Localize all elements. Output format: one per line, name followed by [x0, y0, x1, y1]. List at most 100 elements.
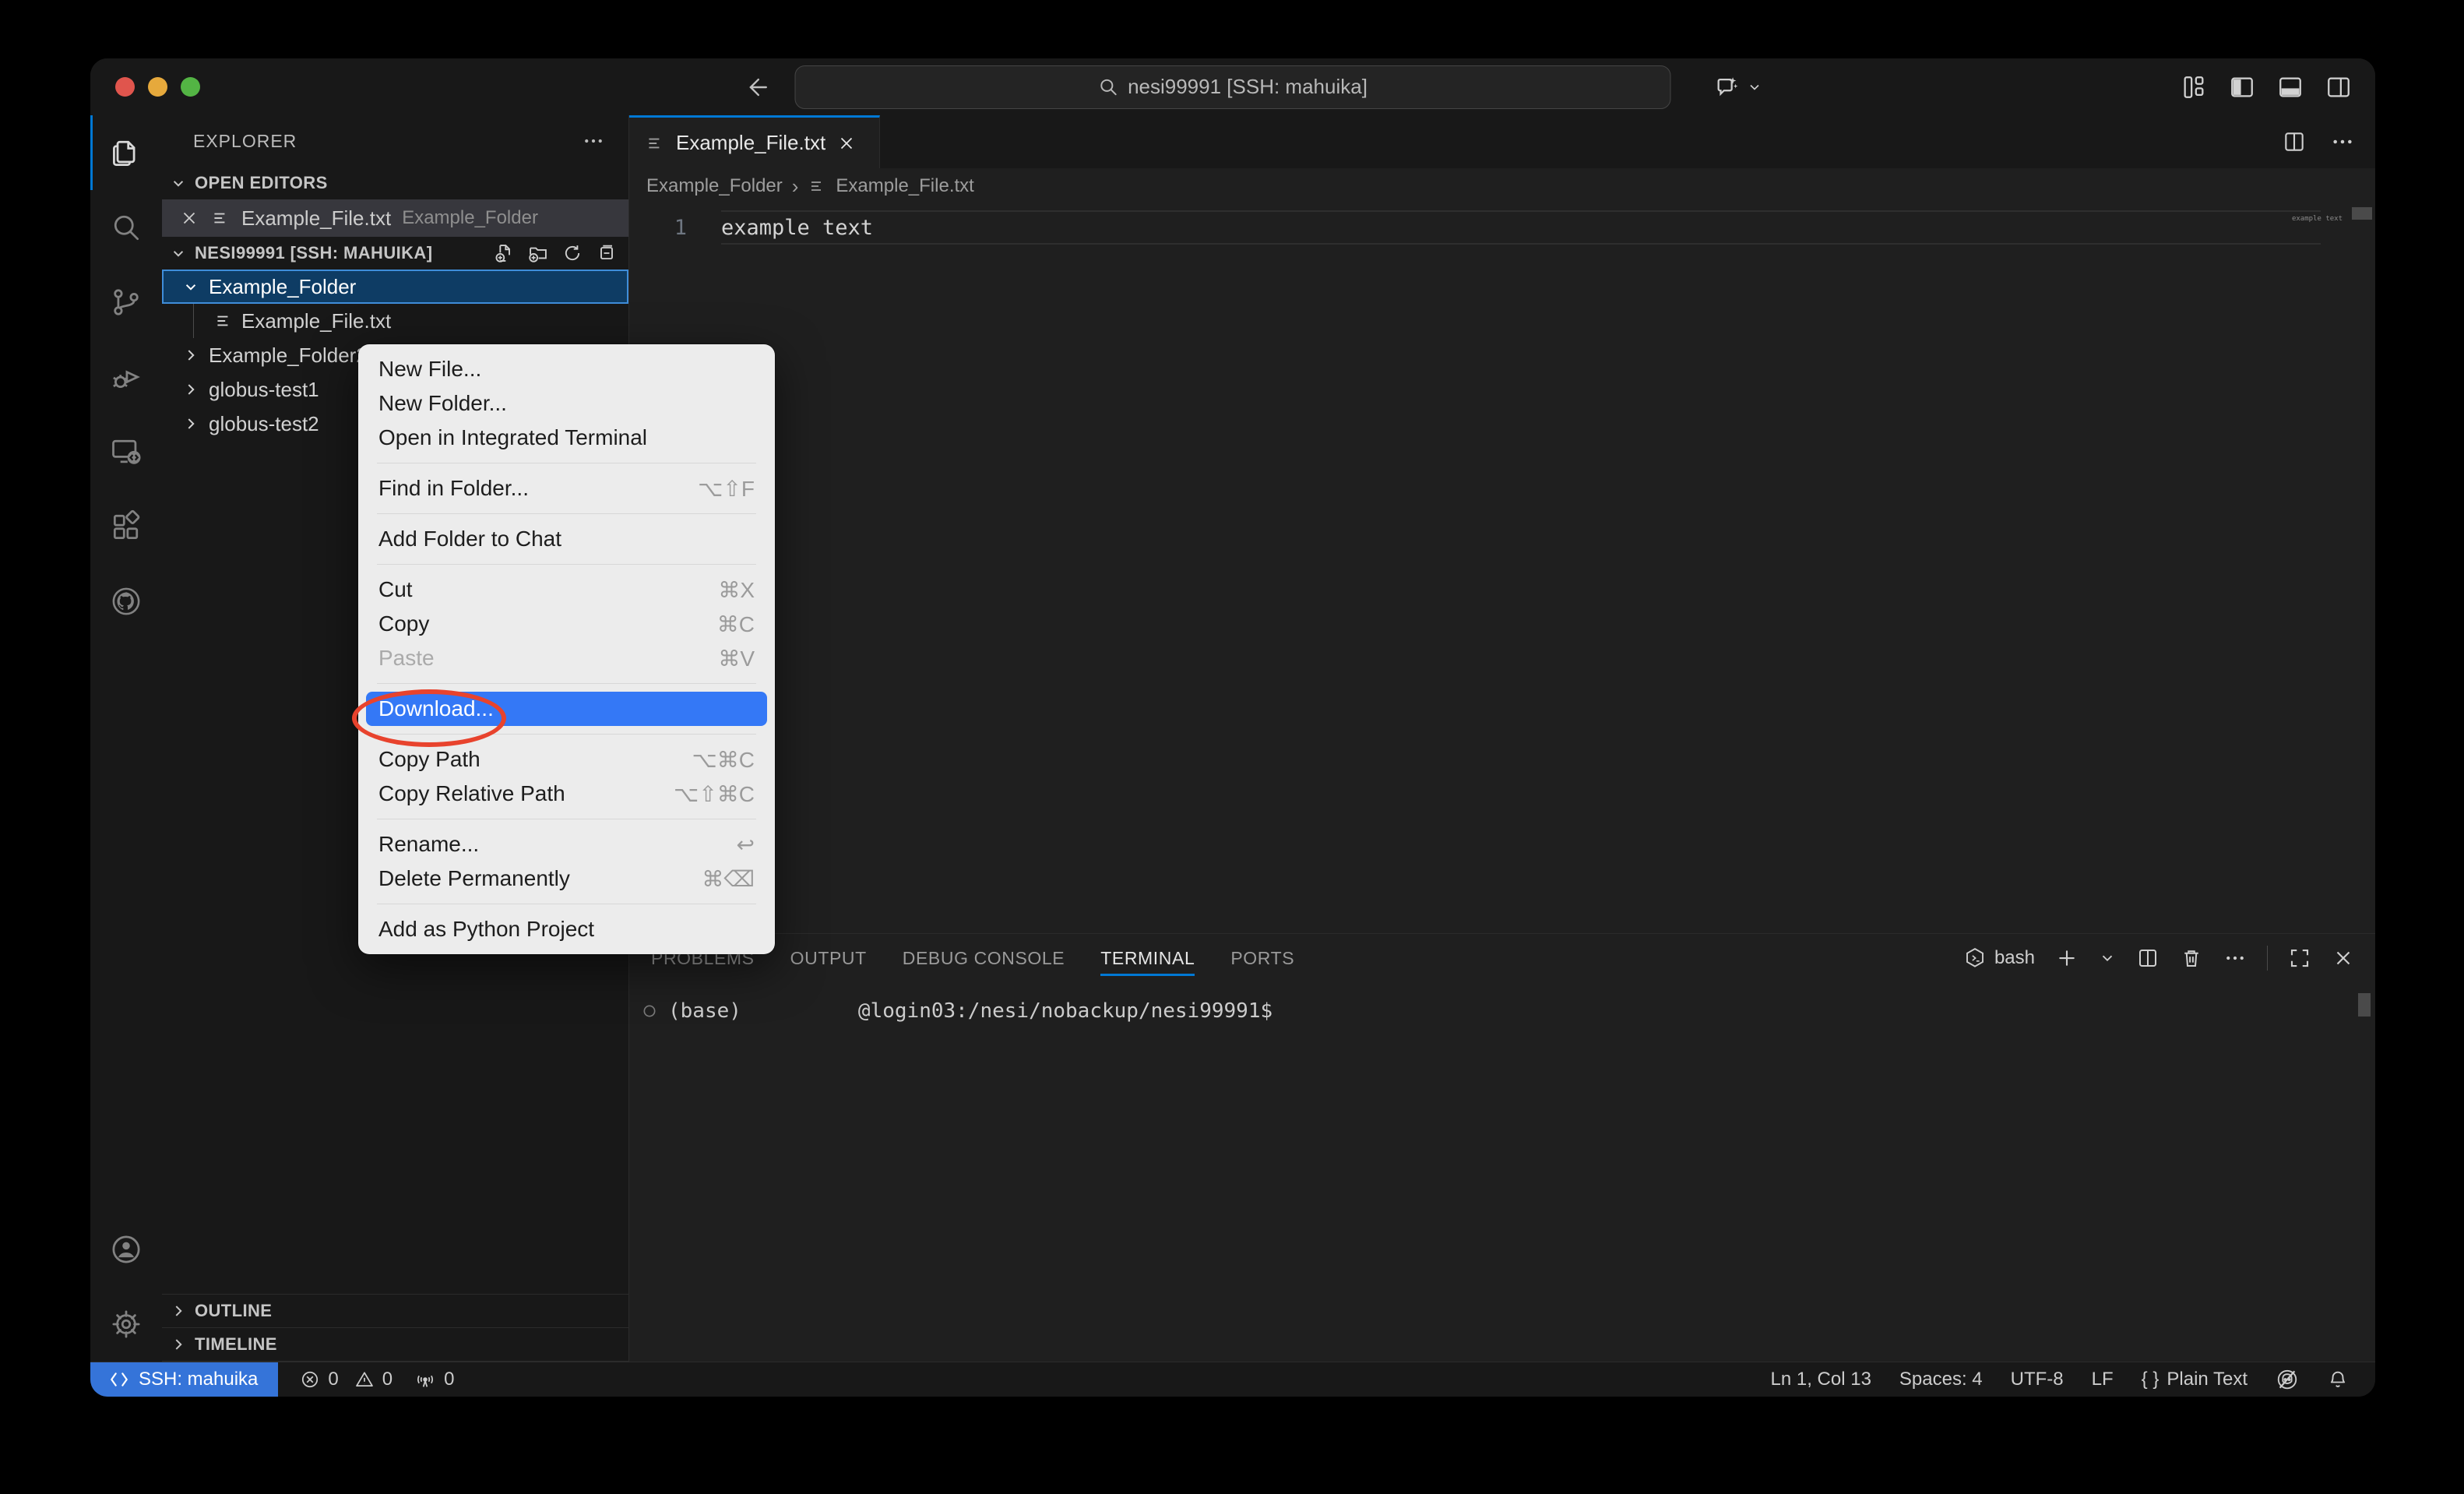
navigate-back-icon[interactable]	[743, 74, 769, 100]
menu-separator	[377, 683, 756, 684]
bottom-panel: PROBLEMS OUTPUT DEBUG CONSOLE TERMINAL P…	[629, 933, 2375, 1362]
menu-item-rename[interactable]: Rename...↩	[366, 827, 767, 862]
more-actions-icon[interactable]	[2330, 129, 2355, 154]
menu-item-paste: Paste⌘V	[366, 641, 767, 675]
editor-content[interactable]: 1 example text example text	[629, 204, 2375, 933]
customize-layout-icon[interactable]	[2181, 74, 2207, 100]
collapse-all-icon[interactable]	[596, 242, 618, 264]
kill-terminal-icon[interactable]	[2180, 946, 2203, 970]
line-number: 1	[629, 216, 721, 240]
activity-remote-explorer[interactable]	[90, 414, 162, 489]
shell-label: bash	[1994, 947, 2035, 969]
menu-item-find-in-folder[interactable]: Find in Folder...⌥⇧F	[366, 471, 767, 506]
breadcrumb-folder[interactable]: Example_Folder	[646, 175, 783, 197]
editor-scrollbar[interactable]	[2352, 207, 2372, 220]
broadcast-icon	[414, 1369, 436, 1390]
zoom-window-button[interactable]	[181, 77, 200, 97]
menu-item-new-file[interactable]: New File...	[366, 352, 767, 386]
ports-status[interactable]: 0	[414, 1369, 454, 1390]
menu-separator	[377, 513, 756, 514]
panel-tab-ports[interactable]: PORTS	[1230, 934, 1294, 982]
toggle-primary-sidebar-icon[interactable]	[2229, 74, 2255, 100]
prompt-circle-icon	[642, 1003, 657, 1019]
split-editor-icon[interactable]	[2282, 129, 2307, 154]
activity-github[interactable]	[90, 564, 162, 639]
menu-item-copy-path[interactable]: Copy Path⌥⌘C	[366, 742, 767, 777]
activity-source-control[interactable]	[90, 265, 162, 340]
problems-status[interactable]: 0 0	[300, 1369, 392, 1390]
panel-tab-terminal[interactable]: TERMINAL	[1100, 934, 1195, 982]
menu-item-add-as-python-project[interactable]: Add as Python Project	[366, 912, 767, 946]
outline-section[interactable]: OUTLINE	[162, 1295, 628, 1328]
ports-count: 0	[444, 1369, 454, 1390]
menu-item-copy[interactable]: Copy⌘C	[366, 607, 767, 641]
open-editor-item[interactable]: Example_File.txt Example_Folder	[162, 199, 628, 237]
github-icon	[109, 584, 143, 618]
command-center-search[interactable]: nesi99991 [SSH: mahuika]	[795, 65, 1671, 109]
menu-item-delete-permanently[interactable]: Delete Permanently⌘⌫	[366, 862, 767, 896]
toggle-secondary-sidebar-icon[interactable]	[2325, 74, 2352, 100]
bell-icon[interactable]	[2327, 1369, 2349, 1390]
refresh-icon[interactable]	[561, 242, 583, 264]
breadcrumb-file[interactable]: Example_File.txt	[836, 175, 973, 197]
maximize-panel-icon[interactable]	[2288, 946, 2311, 970]
chevron-right-icon	[181, 414, 201, 434]
folder-context-menu: New File... New Folder... Open in Integr…	[358, 344, 775, 954]
tree-item-label: Example_File.txt	[241, 309, 391, 333]
settings-button[interactable]	[90, 1287, 162, 1362]
close-icon[interactable]	[179, 208, 199, 228]
panel-tab-debug-console[interactable]: DEBUG CONSOLE	[903, 934, 1065, 982]
editor-tab-bar: Example_File.txt	[629, 115, 2375, 168]
activity-run-debug[interactable]	[90, 340, 162, 414]
terminal-shell-selector[interactable]: bash	[1963, 946, 2035, 970]
menu-item-download[interactable]: Download...	[366, 692, 767, 726]
workspace-label: NESI99991 [SSH: MAHUIKA]	[195, 243, 432, 263]
minimize-window-button[interactable]	[148, 77, 167, 97]
terminal[interactable]: (base) @login03:/nesi/nobackup/nesi99991…	[629, 982, 2375, 1362]
activity-search[interactable]	[90, 190, 162, 265]
file-text-icon	[645, 133, 665, 153]
activity-extensions[interactable]	[90, 489, 162, 564]
timeline-section[interactable]: TIMELINE	[162, 1328, 628, 1362]
terminal-scrollbar[interactable]	[2358, 993, 2371, 1017]
new-folder-icon[interactable]	[527, 242, 549, 264]
toggle-panel-icon[interactable]	[2277, 74, 2304, 100]
vscode-window: nesi99991 [SSH: mahuika]	[90, 58, 2375, 1397]
close-panel-icon[interactable]	[2332, 946, 2355, 970]
menu-item-cut[interactable]: Cut⌘X	[366, 573, 767, 607]
activity-explorer[interactable]	[90, 115, 162, 190]
panel-more-actions-icon[interactable]	[2223, 946, 2247, 970]
workspace-section[interactable]: NESI99991 [SSH: MAHUIKA]	[162, 237, 628, 270]
chat-sparkle-icon	[1714, 74, 1741, 100]
tree-item-label: Example_Folder2	[209, 344, 368, 368]
remote-indicator[interactable]: SSH: mahuika	[90, 1362, 278, 1397]
copilot-chat-button[interactable]	[1714, 74, 1762, 100]
run-debug-icon	[109, 360, 143, 394]
close-icon[interactable]	[836, 133, 857, 153]
encoding[interactable]: UTF-8	[2011, 1369, 2064, 1390]
cursor-position[interactable]: Ln 1, Col 13	[1771, 1369, 1871, 1390]
split-terminal-icon[interactable]	[2136, 946, 2160, 970]
open-editors-section[interactable]: OPEN EDITORS	[162, 167, 628, 199]
tree-item-example-folder[interactable]: Example_Folder	[162, 270, 628, 304]
explorer-title: EXPLORER	[193, 131, 297, 152]
remote-explorer-icon	[109, 435, 143, 469]
close-window-button[interactable]	[115, 77, 135, 97]
menu-item-add-folder-to-chat[interactable]: Add Folder to Chat	[366, 522, 767, 556]
eol-sequence[interactable]: LF	[2092, 1369, 2114, 1390]
new-file-icon[interactable]	[493, 242, 515, 264]
panel-tab-output[interactable]: OUTPUT	[790, 934, 867, 982]
menu-item-open-integrated-terminal[interactable]: Open in Integrated Terminal	[366, 421, 767, 455]
menu-item-copy-relative-path[interactable]: Copy Relative Path⌥⇧⌘C	[366, 777, 767, 811]
tab-example-file[interactable]: Example_File.txt	[629, 115, 880, 168]
language-mode[interactable]: { } Plain Text	[2142, 1369, 2248, 1390]
explorer-more-actions-icon[interactable]	[582, 129, 605, 153]
indentation[interactable]: Spaces: 4	[1899, 1369, 1983, 1390]
tree-item-example-file[interactable]: Example_File.txt	[162, 304, 628, 338]
copilot-disabled-icon[interactable]	[2276, 1368, 2299, 1391]
launch-profile-chevron-icon[interactable]	[2099, 950, 2116, 967]
new-terminal-icon[interactable]	[2055, 946, 2079, 970]
menu-item-new-folder[interactable]: New Folder...	[366, 386, 767, 421]
language-label: Plain Text	[2167, 1369, 2248, 1390]
accounts-button[interactable]	[90, 1212, 162, 1287]
